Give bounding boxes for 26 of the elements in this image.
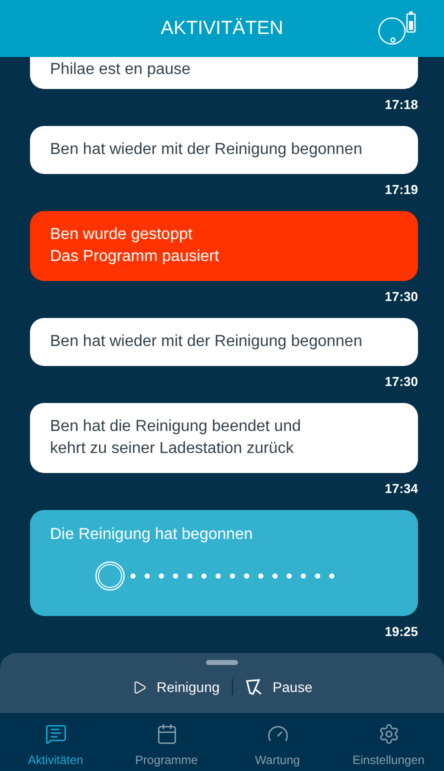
pause-icon xyxy=(244,678,263,696)
nav-tab[interactable]: Wartung xyxy=(222,713,333,771)
robot-battery-icon[interactable] xyxy=(378,11,418,47)
nav-tab[interactable]: Programme xyxy=(111,713,222,771)
activity-message: Ben hat wieder mit der Reinigung begonnen xyxy=(50,332,364,352)
activity-message: Ben hat wieder mit der Reinigung begonnen xyxy=(50,140,364,160)
activity-time: 17:34 xyxy=(384,481,418,496)
start-cleaning-button[interactable]: Reinigung xyxy=(132,679,220,695)
settings-icon xyxy=(378,723,400,745)
activity-time: 17:30 xyxy=(384,374,418,389)
nav-tab[interactable]: Aktivitäten xyxy=(0,713,111,771)
activity-message: Die Reinigung hat begonnen xyxy=(50,525,254,545)
nav-tab[interactable]: Einstellungen xyxy=(333,713,444,771)
activity-message: Philae est en pause xyxy=(50,60,192,80)
sheet-handle[interactable] xyxy=(206,660,238,665)
activity-message: Ben wurde gestoppt Das Programm pausiert xyxy=(50,225,220,267)
activity-message: Ben hat die Reinigung beendet und kehrt zu seiner Ladestation zurück xyxy=(50,417,302,459)
play-icon xyxy=(132,680,147,694)
activity-time: 19:25 xyxy=(384,624,418,639)
calendar-icon xyxy=(156,723,178,745)
activity-time: 17:19 xyxy=(384,182,418,197)
screen-title: AKTIVITÄTEN xyxy=(160,18,284,40)
activity-time: 17:30 xyxy=(384,289,418,304)
chat-icon xyxy=(44,723,66,745)
pause-button[interactable]: Pause xyxy=(244,678,312,696)
activity-time: 17:18 xyxy=(384,97,418,112)
